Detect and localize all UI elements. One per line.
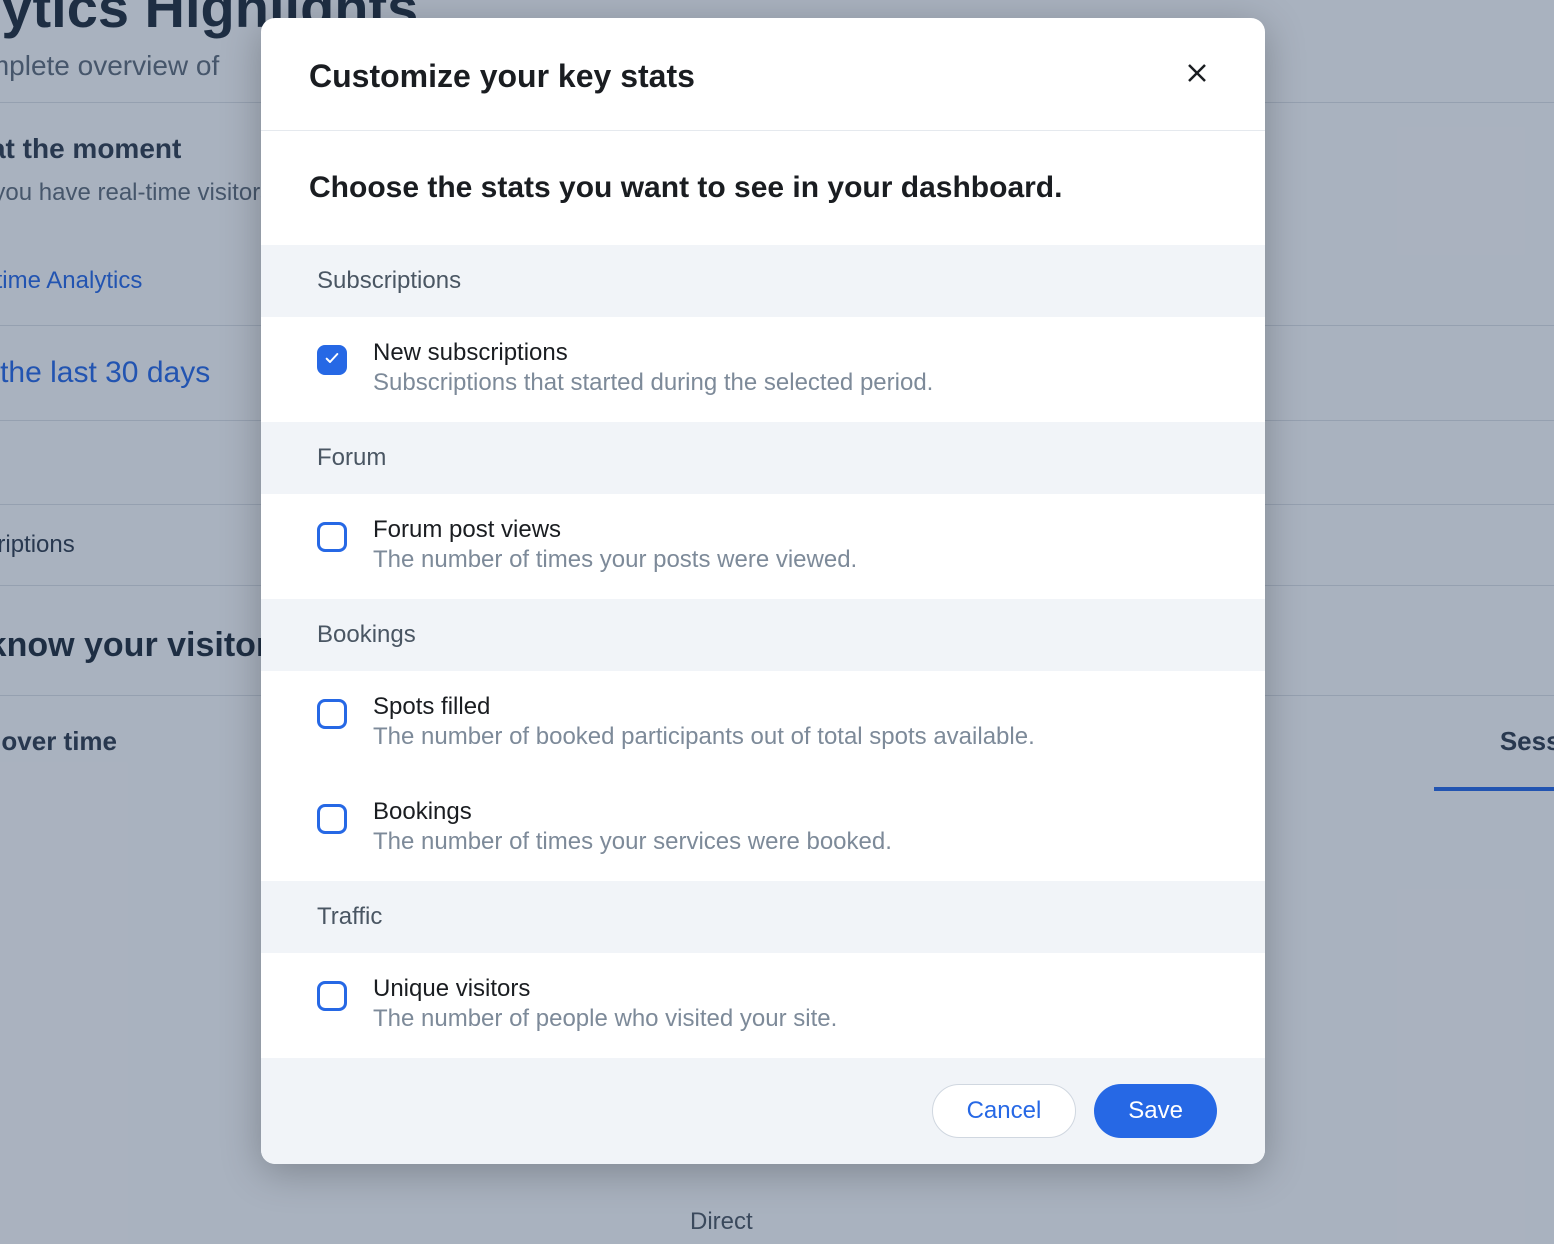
- check-icon: [324, 350, 340, 371]
- group-header: Subscriptions: [261, 245, 1265, 317]
- stat-option-name: Spots filled: [373, 693, 1035, 721]
- close-button[interactable]: [1177, 56, 1217, 96]
- stat-option-name: New subscriptions: [373, 339, 933, 367]
- cancel-button[interactable]: Cancel: [932, 1084, 1077, 1138]
- stat-option-desc: The number of times your services were b…: [373, 828, 892, 856]
- stat-option-row[interactable]: Forum post viewsThe number of times your…: [261, 494, 1265, 599]
- stat-checkbox[interactable]: [317, 804, 347, 834]
- modal-title: Customize your key stats: [309, 58, 695, 95]
- group-header: Traffic: [261, 881, 1265, 953]
- close-icon: [1185, 60, 1209, 92]
- group-header: Bookings: [261, 599, 1265, 671]
- stat-option-name: Bookings: [373, 798, 892, 826]
- stat-checkbox[interactable]: [317, 522, 347, 552]
- modal-header: Customize your key stats: [261, 18, 1265, 131]
- stat-option-row[interactable]: Spots filledThe number of booked partici…: [261, 671, 1265, 776]
- stat-option-row[interactable]: Unique visitorsThe number of people who …: [261, 953, 1265, 1058]
- stat-option-desc: Subscriptions that started during the se…: [373, 369, 933, 397]
- stat-option-name: Forum post views: [373, 516, 857, 544]
- modal-footer: Cancel Save: [261, 1058, 1265, 1164]
- stat-option-row[interactable]: New subscriptionsSubscriptions that star…: [261, 317, 1265, 422]
- customize-stats-modal: Customize your key stats Choose the stat…: [261, 18, 1265, 1164]
- stat-checkbox[interactable]: [317, 345, 347, 375]
- stat-option-row[interactable]: BookingsThe number of times your service…: [261, 776, 1265, 881]
- stat-option-name: Unique visitors: [373, 975, 837, 1003]
- save-button[interactable]: Save: [1094, 1084, 1217, 1138]
- stat-checkbox[interactable]: [317, 699, 347, 729]
- stat-option-desc: The number of times your posts were view…: [373, 546, 857, 574]
- stat-option-desc: The number of booked participants out of…: [373, 723, 1035, 751]
- modal-subhead: Choose the stats you want to see in your…: [261, 131, 1265, 245]
- stat-checkbox[interactable]: [317, 981, 347, 1011]
- group-header: Forum: [261, 422, 1265, 494]
- stat-option-desc: The number of people who visited your si…: [373, 1005, 837, 1033]
